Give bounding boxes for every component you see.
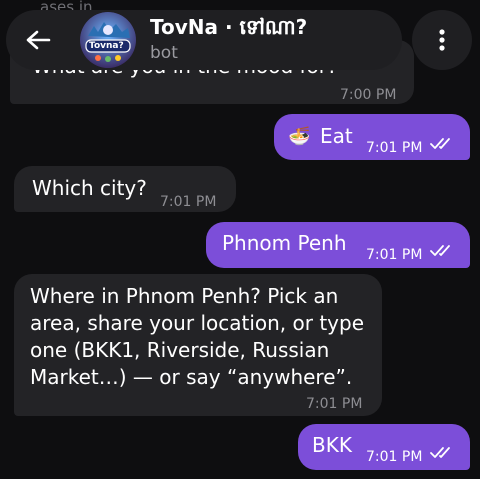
message-time: 7:01 PM [366,140,423,156]
back-button[interactable] [18,24,58,56]
chat-subtitle: bot [150,43,178,63]
message-bubble-outgoing: BKK 7:01 PM [298,424,470,470]
message-text: Phnom Penh [222,231,347,255]
message-bubble-incoming: Which city? 7:01 PM [14,166,236,212]
message-time: 7:01 PM [366,247,423,263]
message-time: 7:01 PM [306,396,363,412]
message-text: Which city? [32,176,147,200]
message-text: Eat [320,124,353,148]
message-bubble-outgoing: Phnom Penh 7:01 PM [206,222,470,268]
message-bubble-outgoing: 🍜 Eat 7:01 PM [274,114,470,160]
message-line: Where in Phnom Penh? Pick an [30,284,339,308]
food-emoji-icon: 🍜 [288,126,311,147]
message-time: 7:00 PM [340,87,397,103]
arrow-left-icon [26,30,51,50]
message-line: one (BKK1, Riverside, Russian [30,338,330,362]
bot-avatar[interactable]: Tovna? [80,12,136,68]
message-text: BKK [312,433,352,457]
avatar-text: Tovna? [89,41,124,51]
tovna-logo-icon [80,12,136,68]
double-check-icon [430,138,450,149]
message-line: area, share your location, or type [30,311,365,335]
message-time: 7:01 PM [160,194,217,210]
more-vertical-icon [439,29,445,51]
chat-title: TovNa · ទៅណា? [150,15,308,39]
message-time: 7:01 PM [366,449,423,465]
double-check-icon [430,245,450,256]
message-bubble-incoming: Where in Phnom Penh? Pick an area, share… [14,274,382,416]
message-line: Market…) — or say “anywhere”. [30,365,353,389]
menu-button[interactable] [412,10,472,70]
double-check-icon [430,447,450,458]
